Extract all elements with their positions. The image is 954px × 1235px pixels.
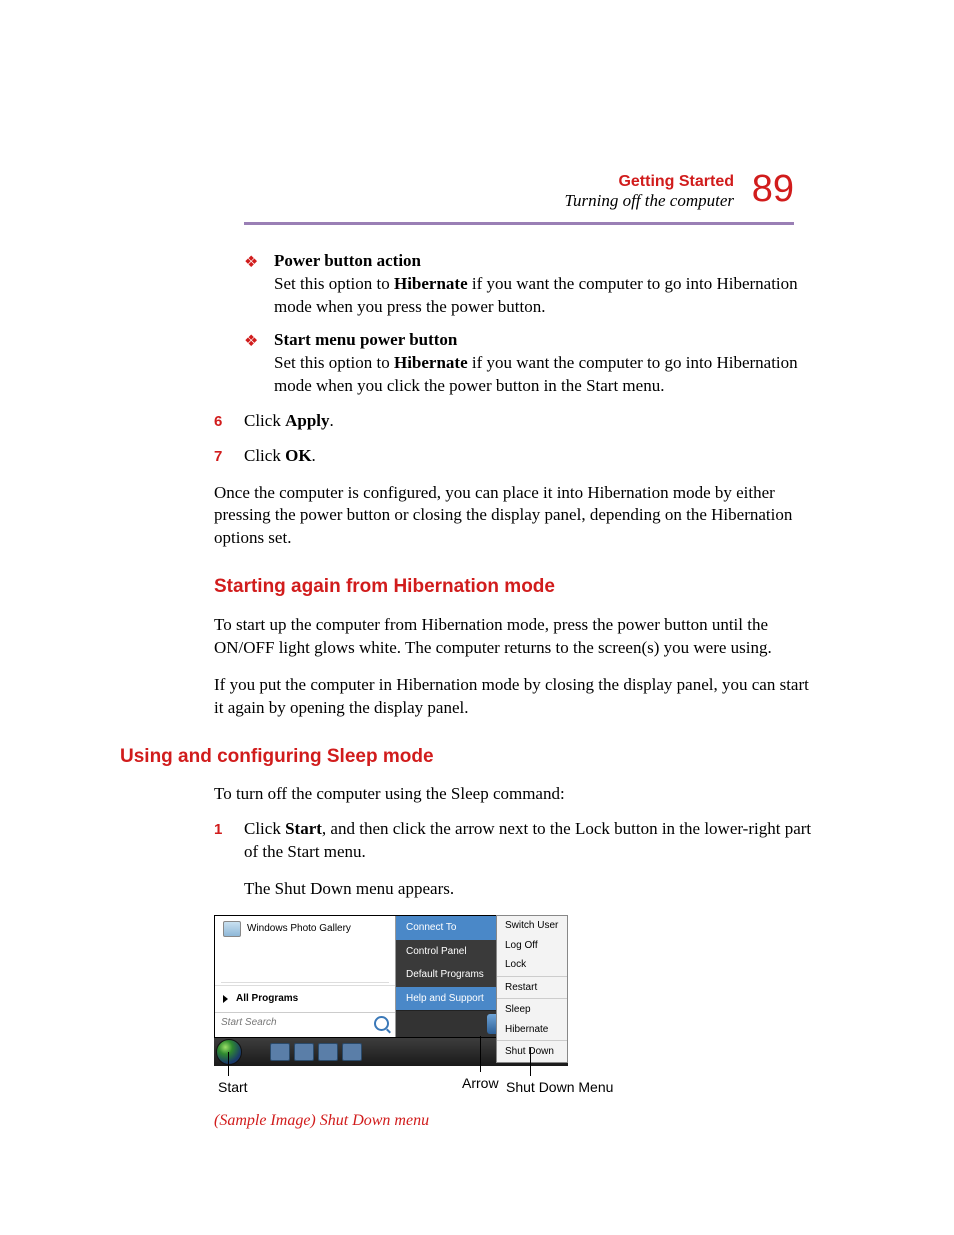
taskbar-button[interactable] <box>342 1043 362 1061</box>
step-1: 1 Click Start, and then click the arrow … <box>214 818 814 864</box>
callout-line <box>530 1048 531 1076</box>
start-menu-left-pane: Windows Photo Gallery All Programs Start… <box>215 916 396 1037</box>
step-7: 7 Click OK. <box>214 445 814 468</box>
page-number: 89 <box>752 168 794 211</box>
bullet-start-menu-power-button: ❖ Start menu power button Set this optio… <box>244 329 814 398</box>
callout-line <box>228 1052 229 1076</box>
heading-starting-hibernation: Starting again from Hibernation mode <box>214 574 814 600</box>
paragraph: To turn off the computer using the Sleep… <box>214 783 814 806</box>
shutdown-option-sleep[interactable]: Sleep <box>497 1000 567 1020</box>
step-6: 6 Click Apply. <box>214 410 814 433</box>
separator <box>221 982 389 983</box>
separator <box>497 1040 567 1041</box>
separator <box>497 998 567 999</box>
diamond-bullet-icon: ❖ <box>244 329 274 398</box>
photo-gallery-icon <box>223 921 241 937</box>
all-programs-label: All Programs <box>236 992 298 1006</box>
section-title: Turning off the computer <box>564 191 734 211</box>
callout-line <box>480 1036 481 1072</box>
paragraph: If you put the computer in Hibernation m… <box>214 674 814 720</box>
body-content: ❖ Power button action Set this option to… <box>244 250 814 1132</box>
shutdown-option-hibernate[interactable]: Hibernate <box>497 1020 567 1040</box>
shutdown-option-shut-down[interactable]: Shut Down <box>497 1042 567 1062</box>
search-placeholder: Start Search <box>221 1016 277 1030</box>
bullet-title: Power button action <box>274 251 421 270</box>
shutdown-option-restart[interactable]: Restart <box>497 978 567 998</box>
taskbar-button[interactable] <box>318 1043 338 1061</box>
program-item-photo-gallery[interactable]: Windows Photo Gallery <box>215 916 395 942</box>
shutdown-option-lock[interactable]: Lock <box>497 955 567 975</box>
start-orb-icon[interactable] <box>216 1039 242 1065</box>
header-rule <box>244 222 794 225</box>
diamond-bullet-icon: ❖ <box>244 250 274 319</box>
search-icon <box>374 1016 389 1031</box>
shutdown-menu-figure: Windows Photo Gallery All Programs Start… <box>214 915 624 1104</box>
figure-caption: (Sample Image) Shut Down menu <box>214 1110 814 1132</box>
callout-start: Start <box>218 1078 248 1097</box>
taskbar-button[interactable] <box>270 1043 290 1061</box>
step-number: 7 <box>214 445 244 468</box>
step-number: 1 <box>214 818 244 864</box>
figure-callouts: Start Arrow Shut Down Menu <box>214 1066 624 1104</box>
bullet-power-button-action: ❖ Power button action Set this option to… <box>244 250 814 319</box>
start-search-input[interactable]: Start Search <box>215 1012 395 1034</box>
shutdown-option-switch-user[interactable]: Switch User <box>497 916 567 936</box>
paragraph: To start up the computer from Hibernatio… <box>214 614 814 660</box>
heading-sleep-mode: Using and configuring Sleep mode <box>120 744 814 770</box>
taskbar-button[interactable] <box>294 1043 314 1061</box>
page: Getting Started Turning off the computer… <box>0 0 954 1235</box>
separator <box>497 976 567 977</box>
step-number: 6 <box>214 410 244 433</box>
all-programs-button[interactable]: All Programs <box>215 985 395 1012</box>
paragraph: The Shut Down menu appears. <box>244 878 814 901</box>
bullet-title: Start menu power button <box>274 330 457 349</box>
running-header: Getting Started Turning off the computer <box>564 172 734 212</box>
shutdown-option-log-off[interactable]: Log Off <box>497 936 567 956</box>
program-label: Windows Photo Gallery <box>247 922 351 936</box>
callout-arrow: Arrow <box>462 1074 499 1093</box>
chapter-title: Getting Started <box>564 172 734 191</box>
callout-shut-down-menu: Shut Down Menu <box>506 1078 613 1097</box>
chevron-right-icon <box>223 995 228 1003</box>
paragraph: Once the computer is configured, you can… <box>214 482 814 551</box>
shutdown-submenu: Switch User Log Off Lock Restart Sleep H… <box>496 915 568 1063</box>
